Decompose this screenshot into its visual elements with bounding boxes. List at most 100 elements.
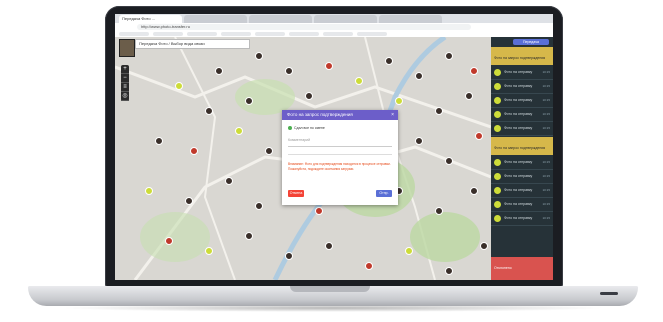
layers-icon[interactable]: ≡ [121,83,129,92]
laptop-indicator [600,292,618,295]
cancel-button[interactable]: Отмена [288,190,304,197]
map-marker-icon[interactable] [305,92,313,100]
section-title: Фото на запрос подтверждения [494,56,546,60]
list-item[interactable]: Фото на отправку 10:15 [491,198,553,212]
map-marker-icon[interactable] [395,97,403,105]
browser-tab[interactable] [184,15,247,23]
list-item-time: 10:15 [542,216,550,220]
browser-tab[interactable] [249,15,312,23]
list-item-time: 10:15 [542,188,550,192]
map-marker-icon[interactable] [285,252,293,260]
bookmark-item[interactable] [255,32,285,36]
map-marker-icon[interactable] [470,187,478,195]
list-item-time: 10:15 [542,84,550,88]
bookmark-item[interactable] [289,32,319,36]
bookmark-item[interactable] [357,32,387,36]
map-marker-icon[interactable] [175,82,183,90]
status-icon [494,159,501,166]
map-marker-icon[interactable] [435,107,443,115]
map-marker-icon[interactable] [470,67,478,75]
map-marker-icon[interactable] [365,262,373,270]
confirm-dialog: Фото на запрос подтверждения × Сдал все … [282,110,398,205]
list-item-time: 10:15 [542,112,550,116]
list-item[interactable]: Фото на отправку 10:15 [491,108,553,122]
map-marker-icon[interactable] [235,127,243,135]
map-marker-icon[interactable] [325,242,333,250]
list-item-label: Фото на отправку [504,70,533,74]
confirm-button[interactable]: Отпр. [376,190,392,197]
map-marker-icon[interactable] [245,97,253,105]
map-marker-icon[interactable] [415,72,423,80]
list-item-label: Фото на отправку [504,216,533,220]
zoom-control: + − ≡ ◎ [121,65,129,101]
panel-action-button[interactable]: Передача [513,39,549,45]
list-item[interactable]: Фото на отправку 10:15 [491,184,553,198]
map-marker-icon[interactable] [205,247,213,255]
map-marker-icon[interactable] [415,137,423,145]
locate-icon[interactable]: ◎ [121,92,129,101]
list-item[interactable]: Фото на отправку 10:15 [491,94,553,108]
list-item-label: Фото на отправку [504,126,533,130]
map-marker-icon[interactable] [255,52,263,60]
map-marker-icon[interactable] [435,207,443,215]
comment-field[interactable]: Комментарий [288,138,392,147]
map-marker-icon[interactable] [465,92,473,100]
map-marker-icon[interactable] [145,187,153,195]
map-marker-icon[interactable] [285,67,293,75]
map-marker-icon[interactable] [225,177,233,185]
divider [288,154,392,155]
close-icon[interactable]: × [391,110,394,120]
section-header: Отклонено [491,257,553,280]
map-marker-icon[interactable] [265,147,273,155]
bookmark-item[interactable] [221,32,251,36]
map-marker-icon[interactable] [205,107,213,115]
map-marker-icon[interactable] [445,52,453,60]
map-marker-icon[interactable] [190,147,198,155]
list-item[interactable]: Фото на отправку 10:15 [491,156,553,170]
list-item-time: 10:15 [542,70,550,74]
browser-tab[interactable] [379,15,442,23]
bookmark-item[interactable] [323,32,353,36]
status-icon [494,173,501,180]
zoom-out-button[interactable]: − [121,74,129,83]
dialog-user-label: Сдал все по смене [294,126,325,130]
list-item[interactable]: Фото на отправку 10:15 [491,122,553,136]
map-marker-icon[interactable] [185,197,193,205]
map-marker-icon[interactable] [325,62,333,70]
warning-text: Внимание: Фото для подтверждения находит… [288,162,391,171]
map-marker-icon[interactable] [405,247,413,255]
check-icon [288,126,292,131]
map-marker-icon[interactable] [445,157,453,165]
map-marker-icon[interactable] [215,67,223,75]
app-logo [119,39,135,57]
status-icon [494,69,501,76]
map-marker-icon[interactable] [165,237,173,245]
map-marker-icon[interactable] [355,77,363,85]
browser-tab[interactable] [314,15,377,23]
list-item[interactable]: Фото на отправку 10:15 [491,80,553,94]
list-item-time: 10:15 [542,174,550,178]
map-marker-icon[interactable] [245,232,253,240]
zoom-in-button[interactable]: + [121,65,129,74]
section-header: Фото на запрос подтверждения [491,47,553,65]
map-marker-icon[interactable] [475,132,483,140]
map-marker-icon[interactable] [255,202,263,210]
list-item-time: 10:15 [542,202,550,206]
bookmark-item[interactable] [187,32,217,36]
dialog-header: Фото на запрос подтверждения × [282,110,398,120]
url-input[interactable]: http://www.photo-transfer.ru [137,24,471,30]
list-item-label: Фото на отправку [504,84,533,88]
bookmark-item[interactable] [153,32,183,36]
map-title: Передача Фото / Выбор вида связи [135,39,250,49]
list-item[interactable]: Фото на отправку 10:15 [491,212,553,226]
map-marker-icon[interactable] [155,137,163,145]
list-item[interactable]: Фото на отправку 10:15 [491,170,553,184]
bookmark-item[interactable] [119,32,149,36]
map-marker-icon[interactable] [480,242,488,250]
map-marker-icon[interactable] [445,267,453,275]
map-marker-icon[interactable] [385,57,393,65]
list-item-label: Фото на отправку [504,188,533,192]
browser-tab[interactable]: Передача Фото ... [119,15,182,23]
map-marker-icon[interactable] [315,207,323,215]
list-item[interactable]: Фото на отправку 10:15 [491,66,553,80]
